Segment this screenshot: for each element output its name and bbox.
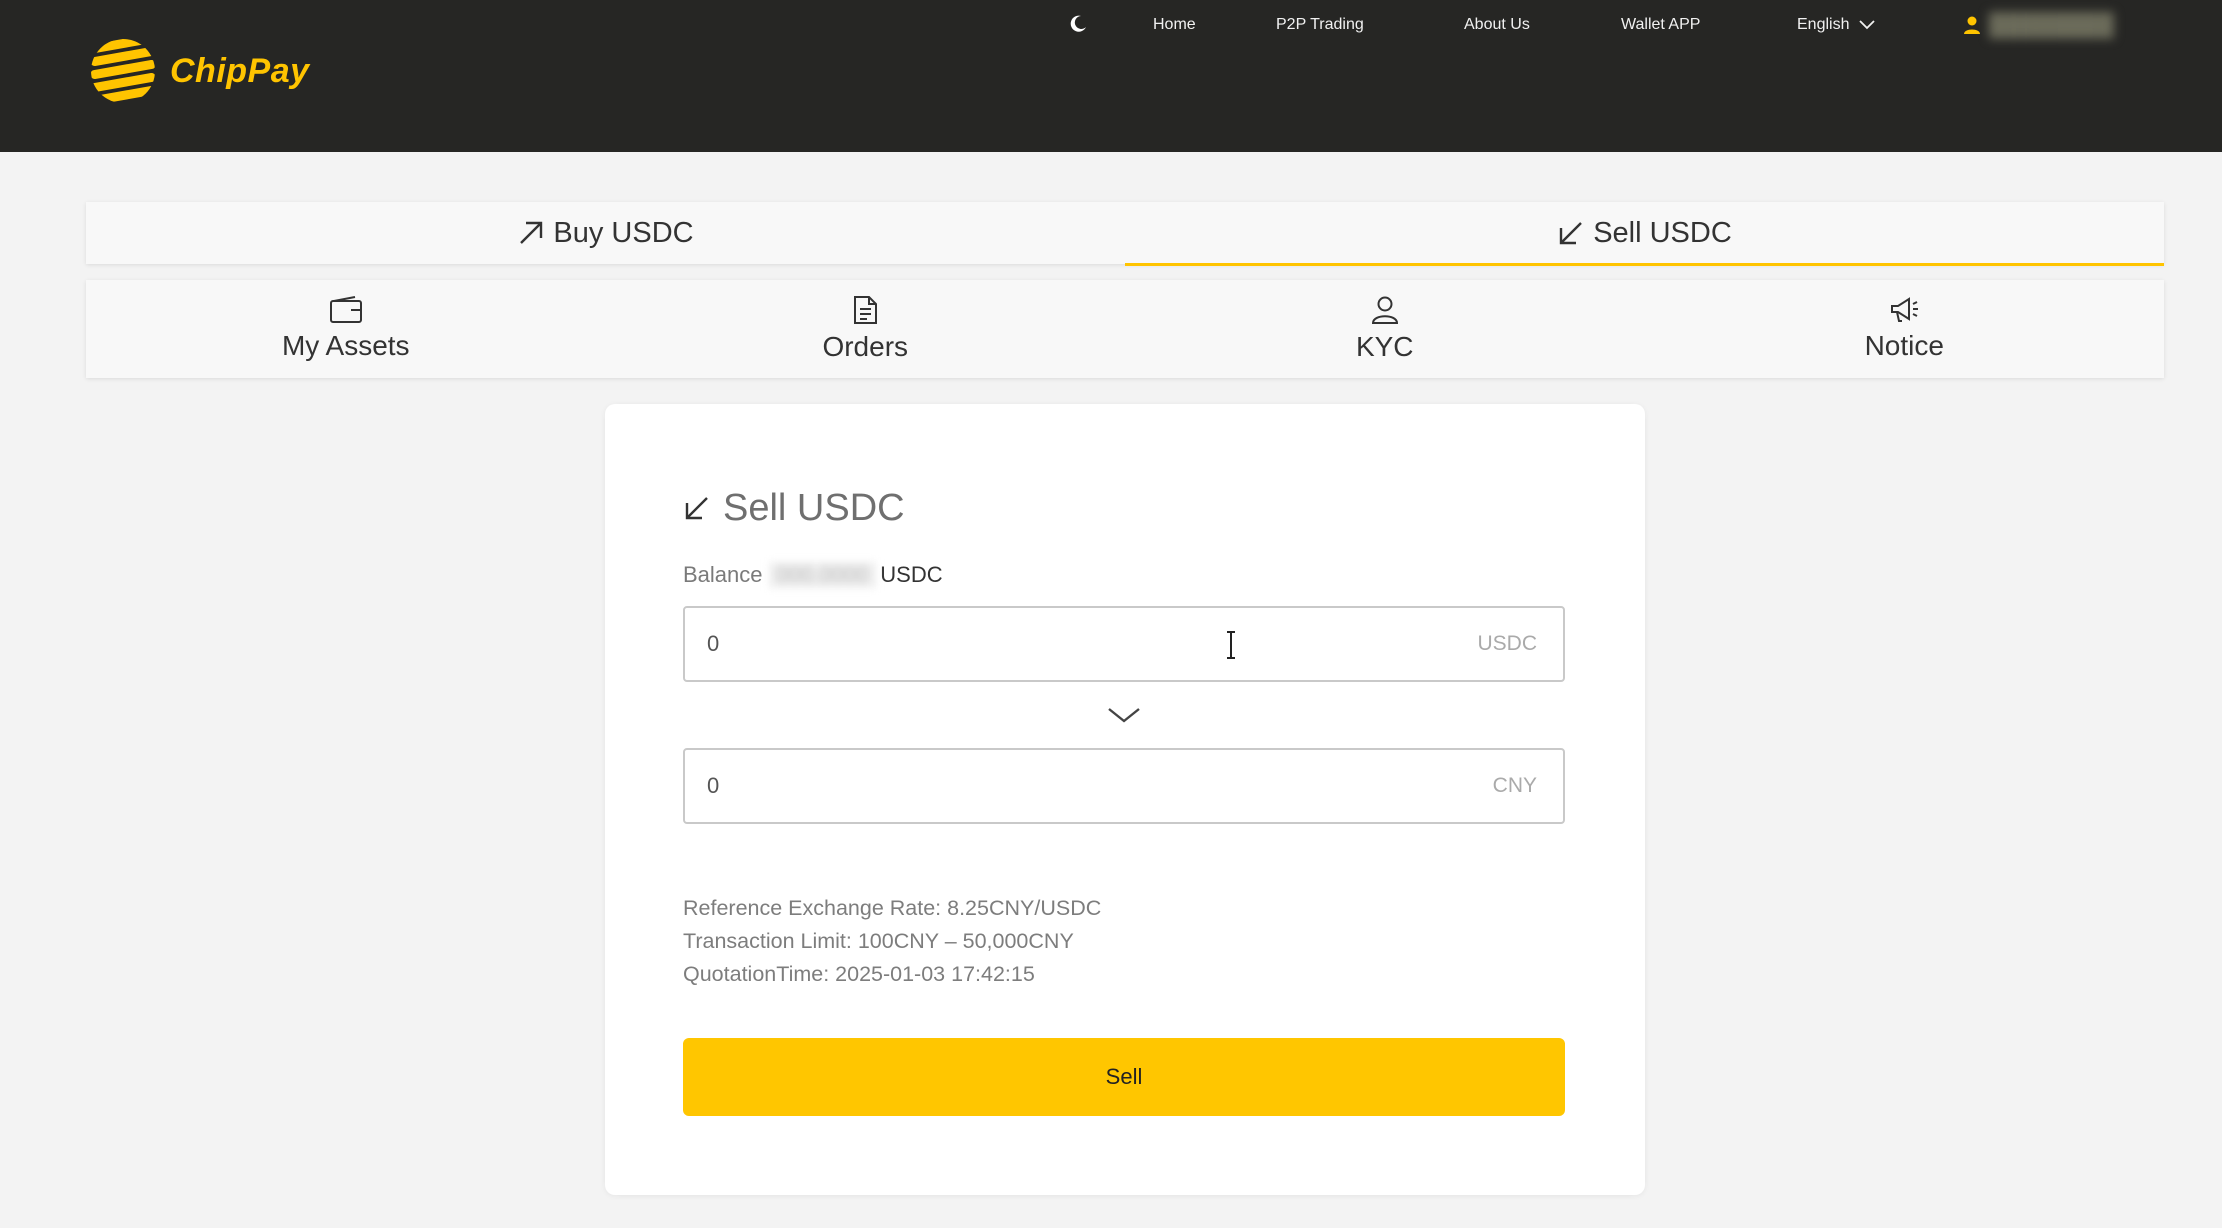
document-icon [854, 296, 878, 324]
chevron-down-icon [1108, 708, 1140, 723]
section-kyc-label: KYC [1355, 331, 1414, 362]
sell-button[interactable]: Sell [683, 1038, 1565, 1116]
cny-amount-field: CNY [683, 748, 1565, 824]
top-navbar: ChipPay Home P2P Trading About Us Wallet… [0, 0, 2222, 152]
card-title-text: Sell USDC [723, 486, 905, 529]
moon-icon [1070, 15, 1086, 32]
chippay-logo-icon [91, 39, 155, 103]
nav-about-us-link[interactable]: About Us [1464, 0, 1530, 50]
nav-wallet-app-link[interactable]: Wallet APP [1621, 0, 1700, 50]
trade-type-tabs: Buy USDC Sell USDC [86, 202, 2164, 266]
section-orders-label: Orders [822, 331, 909, 362]
arrow-up-right-icon [520, 221, 543, 244]
tab-sell-label: Sell USDC [1593, 216, 1732, 249]
tab-sell-usdc[interactable]: Sell USDC [1125, 202, 2164, 266]
sell-usdc-card: Sell USDC Balance 000.0000 USDC USDC CNY… [605, 404, 1645, 1195]
language-label: English [1797, 16, 1850, 33]
section-orders[interactable]: Orders [606, 280, 1126, 378]
section-notice[interactable]: Notice [1645, 280, 2165, 378]
megaphone-icon [1891, 297, 1919, 322]
usdc-amount-input[interactable] [685, 607, 1478, 681]
section-my-assets[interactable]: My Assets [86, 280, 606, 378]
nav-home-link[interactable]: Home [1153, 0, 1196, 50]
tab-buy-label: Buy USDC [553, 216, 694, 249]
wallet-icon [329, 296, 362, 323]
brand-name: ChipPay [170, 51, 310, 90]
arrow-down-left-icon [1560, 222, 1583, 245]
exchange-rate-text: Reference Exchange Rate: 8.25CNY/USDC [683, 896, 1102, 920]
text-cursor-icon [1227, 631, 1235, 659]
section-kyc[interactable]: KYC [1125, 280, 1645, 378]
quote-info: Reference Exchange Rate: 8.25CNY/USDC Tr… [683, 892, 1101, 991]
brand-logo[interactable]: ChipPay [90, 33, 310, 109]
tab-buy-usdc[interactable]: Buy USDC [86, 202, 1125, 264]
chevron-down-icon [1859, 20, 1876, 30]
theme-toggle-button[interactable] [1068, 0, 1090, 50]
balance-row: Balance 000.0000 USDC [683, 559, 943, 591]
balance-value-redacted: 000.0000 [768, 562, 877, 588]
section-notice-label: Notice [1864, 330, 1944, 361]
user-name-redacted: ████████ [1989, 12, 2114, 37]
usdc-amount-field: USDC [683, 606, 1565, 682]
quotation-time-text: QuotationTime: 2025-01-03 17:42:15 [683, 962, 1035, 986]
section-my-assets-label: My Assets [281, 330, 410, 361]
card-title: Sell USDC [683, 482, 905, 534]
usdc-unit-label: USDC [1477, 632, 1537, 655]
account-section-nav: My Assets Orders KYC Notice [86, 280, 2164, 378]
balance-unit: USDC [880, 562, 943, 587]
transaction-limit-text: Transaction Limit: 100CNY – 50,000CNY [683, 929, 1074, 953]
language-selector[interactable]: English [1797, 0, 1876, 50]
cny-amount-input[interactable] [685, 749, 1493, 823]
swap-chevron-button[interactable] [1107, 706, 1141, 729]
cny-unit-label: CNY [1492, 774, 1537, 797]
person-icon [1371, 296, 1398, 324]
user-menu[interactable]: ████████ [1963, 0, 2114, 50]
user-icon [1964, 16, 1980, 34]
arrow-down-left-icon [685, 497, 708, 520]
nav-p2p-trading-link[interactable]: P2P Trading [1276, 0, 1364, 50]
balance-label: Balance [683, 562, 763, 587]
